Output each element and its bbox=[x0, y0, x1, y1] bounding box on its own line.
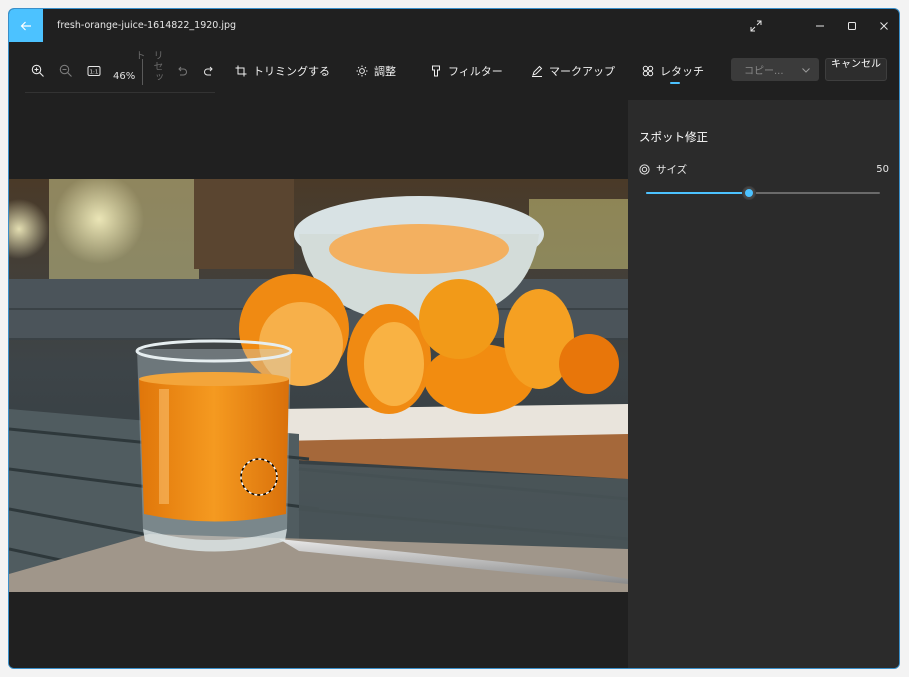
back-arrow-icon bbox=[20, 21, 31, 30]
active-tool-indicator bbox=[670, 82, 680, 84]
minimize-button[interactable] bbox=[804, 9, 836, 42]
tool-retouch[interactable]: レタッチ bbox=[642, 62, 704, 80]
tool-filter[interactable]: フィルター bbox=[430, 62, 503, 80]
back-button[interactable] bbox=[9, 9, 43, 42]
crop-icon bbox=[235, 65, 247, 77]
tool-filter-label: フィルター bbox=[448, 65, 503, 78]
undo-icon bbox=[178, 66, 187, 76]
window-title: fresh-orange-juice-1614822_1920.jpg bbox=[57, 20, 237, 31]
actual-size-button[interactable]: 1:1 bbox=[84, 61, 104, 81]
redo-button[interactable] bbox=[199, 61, 219, 81]
orange-juice-photo bbox=[9, 179, 628, 592]
brightness-icon bbox=[356, 65, 368, 77]
markup-pen-icon bbox=[532, 65, 543, 77]
copy-dropdown-label: コピー... bbox=[744, 66, 784, 77]
svg-text:1:1: 1:1 bbox=[90, 69, 99, 75]
tool-adjust[interactable]: 調整 bbox=[356, 62, 396, 80]
expand-icon bbox=[750, 20, 762, 31]
cancel-button[interactable]: キャンセル bbox=[825, 58, 887, 81]
maximize-icon bbox=[848, 21, 856, 30]
panel-title: スポット修正 bbox=[639, 130, 708, 144]
maximize-button[interactable] bbox=[836, 9, 868, 42]
zoom-group-divider bbox=[25, 92, 215, 93]
expand-button[interactable] bbox=[740, 9, 772, 42]
zoom-level: 46% bbox=[113, 71, 136, 82]
zoom-out-icon bbox=[59, 64, 72, 77]
size-slider-fill bbox=[646, 192, 749, 194]
photo-preview[interactable] bbox=[9, 179, 628, 592]
size-label: サイズ bbox=[656, 163, 688, 176]
size-value: 50 bbox=[876, 163, 889, 175]
tool-crop[interactable]: トリミングする bbox=[235, 62, 330, 80]
size-row: サイズ 50 bbox=[639, 161, 889, 177]
reset-button[interactable]: リセット bbox=[133, 50, 165, 93]
minimize-icon bbox=[816, 25, 824, 26]
toolbar-separator bbox=[142, 59, 143, 85]
size-slider[interactable] bbox=[646, 187, 880, 199]
actual-size-icon: 1:1 bbox=[87, 66, 101, 76]
undo-button[interactable] bbox=[172, 61, 192, 81]
tool-retouch-label: レタッチ bbox=[660, 65, 704, 78]
retouch-panel: スポット修正 サイズ 50 bbox=[628, 100, 899, 668]
image-canvas[interactable] bbox=[9, 100, 628, 668]
filter-icon bbox=[432, 65, 440, 77]
redo-icon bbox=[204, 66, 213, 76]
photos-app-window: fresh-orange-juice-1614822_1920.jpg 1:1 … bbox=[8, 8, 900, 669]
toolbar: 1:1 46% リセット トリミングする 調整 フィルター マークアップ レタッ… bbox=[9, 49, 899, 93]
title-bar: fresh-orange-juice-1614822_1920.jpg bbox=[9, 9, 899, 42]
tool-markup-label: マークアップ bbox=[549, 65, 615, 78]
chevron-down-icon bbox=[802, 68, 810, 73]
copy-dropdown[interactable]: コピー... bbox=[731, 58, 819, 81]
zoom-in-button[interactable] bbox=[28, 61, 48, 81]
close-button[interactable] bbox=[868, 9, 899, 42]
tool-crop-label: トリミングする bbox=[253, 65, 330, 78]
zoom-out-button[interactable] bbox=[56, 61, 76, 81]
size-slider-thumb[interactable] bbox=[742, 187, 755, 199]
tool-markup[interactable]: マークアップ bbox=[531, 62, 615, 80]
zoom-in-icon bbox=[31, 64, 44, 77]
retouch-icon bbox=[642, 65, 654, 77]
tool-adjust-label: 調整 bbox=[374, 65, 396, 78]
close-icon bbox=[880, 21, 888, 30]
target-icon bbox=[639, 163, 650, 175]
